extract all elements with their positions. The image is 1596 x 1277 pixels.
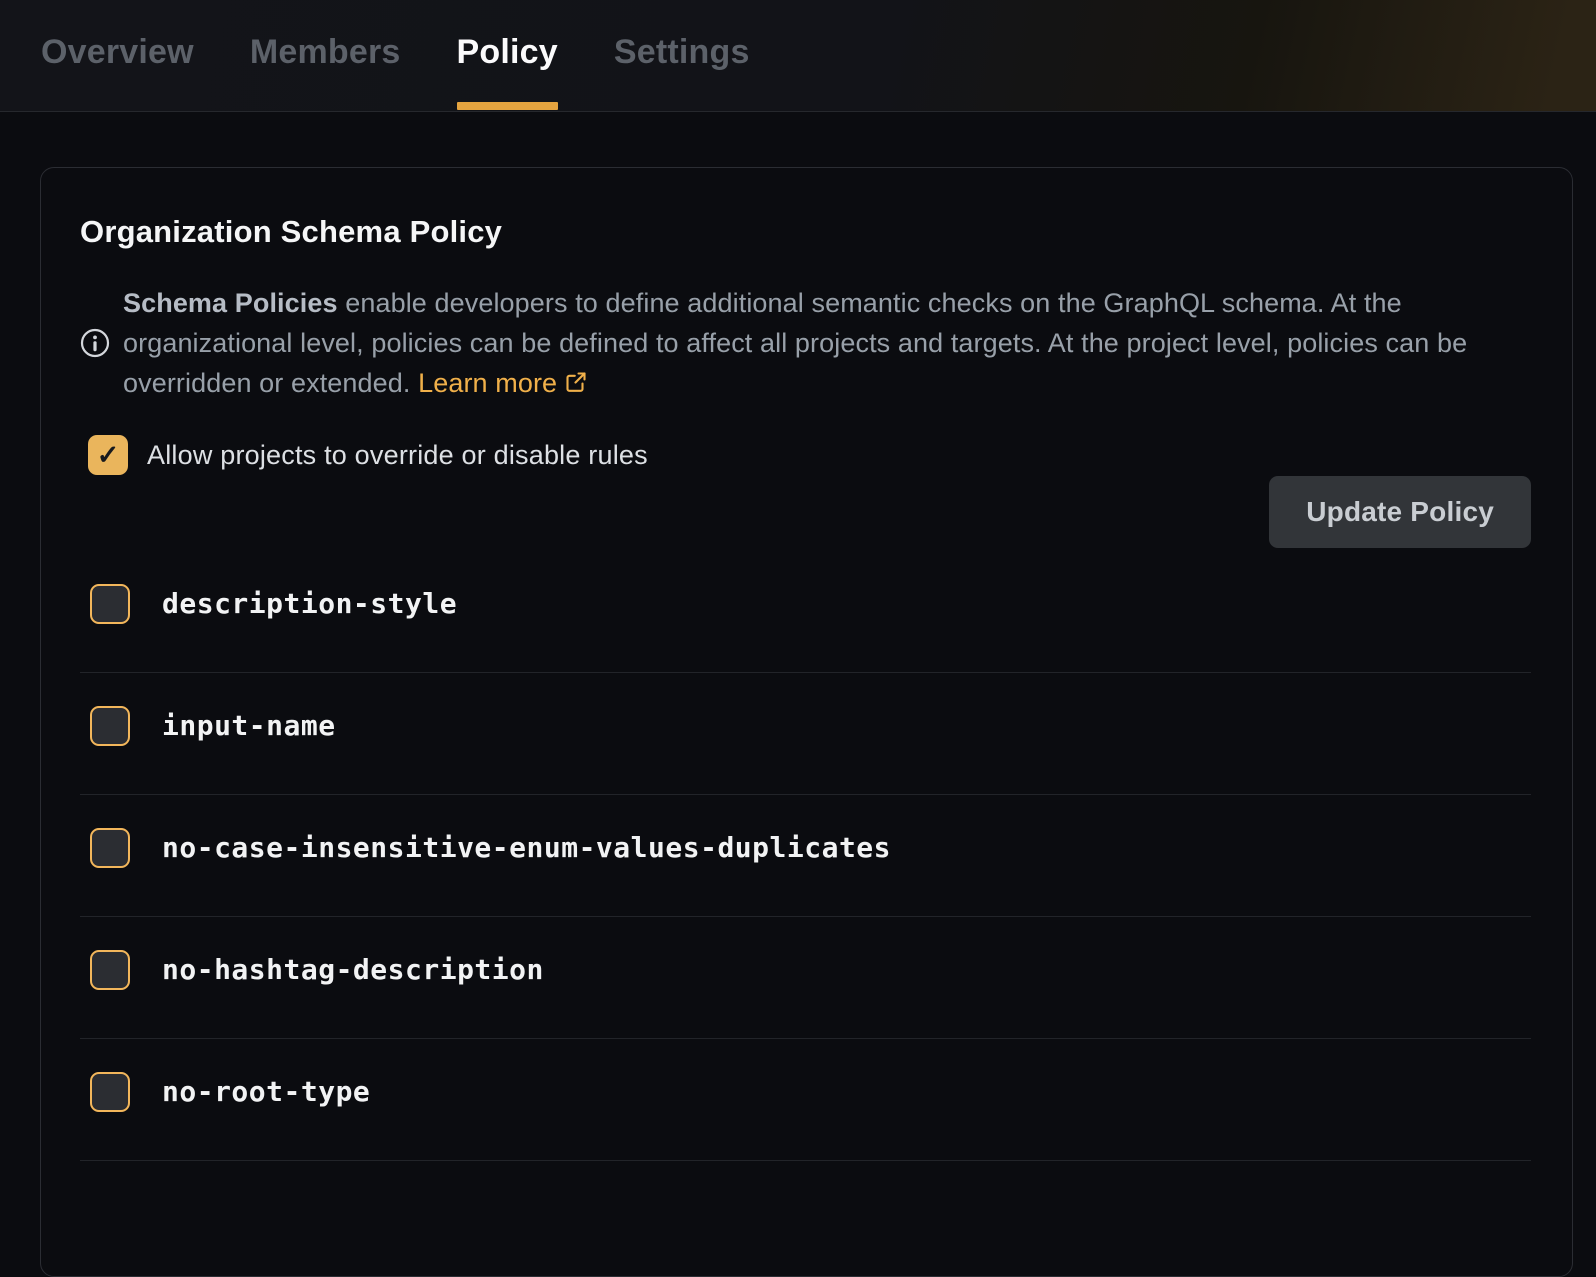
rule-name: no-root-type: [162, 1075, 370, 1108]
tab-label: Settings: [614, 33, 750, 72]
description-bold-text: Schema Policies: [123, 288, 338, 318]
tab-label: Members: [250, 33, 401, 72]
external-link-icon: [564, 370, 588, 394]
rule-row-description-style: description-style: [80, 551, 1531, 673]
tab-policy[interactable]: Policy: [457, 0, 558, 105]
rule-checkbox[interactable]: [90, 828, 130, 868]
policy-description: Schema Policies enable developers to def…: [123, 283, 1495, 403]
rule-checkbox[interactable]: [90, 584, 130, 624]
info-icon: [80, 328, 110, 358]
tab-label: Overview: [41, 33, 194, 72]
tab-bar: Overview Members Policy Settings: [0, 0, 1596, 112]
allow-override-row: ✓ Allow projects to override or disable …: [88, 435, 1531, 475]
rule-name: no-case-insensitive-enum-values-duplicat…: [162, 831, 891, 864]
learn-more-link[interactable]: Learn more: [418, 368, 588, 398]
allow-override-label: Allow projects to override or disable ru…: [147, 440, 648, 471]
button-row: Update Policy: [80, 476, 1531, 548]
page-title: Organization Schema Policy: [80, 215, 1531, 249]
learn-more-label: Learn more: [418, 368, 557, 398]
rule-checkbox[interactable]: [90, 950, 130, 990]
rule-checkbox[interactable]: [90, 706, 130, 746]
tab-overview[interactable]: Overview: [41, 0, 194, 105]
info-callout: Schema Policies enable developers to def…: [80, 283, 1531, 403]
rule-name: description-style: [162, 587, 457, 620]
tab-label: Policy: [457, 33, 558, 72]
rule-row-no-case-insensitive-enum-values-duplicates: no-case-insensitive-enum-values-duplicat…: [80, 795, 1531, 917]
tab-members[interactable]: Members: [250, 0, 401, 105]
active-tab-indicator: [457, 102, 558, 110]
schema-policy-card: Organization Schema Policy Schema Polici…: [40, 167, 1573, 1277]
rules-list: description-style input-name no-case-ins…: [80, 551, 1531, 1161]
rule-name: no-hashtag-description: [162, 953, 544, 986]
allow-override-checkbox[interactable]: ✓: [88, 435, 128, 475]
update-policy-button[interactable]: Update Policy: [1269, 476, 1531, 548]
check-icon: ✓: [97, 442, 120, 469]
rule-checkbox[interactable]: [90, 1072, 130, 1112]
rule-row-input-name: input-name: [80, 673, 1531, 795]
tab-settings[interactable]: Settings: [614, 0, 750, 105]
rule-row-no-root-type: no-root-type: [80, 1039, 1531, 1161]
rule-row-no-hashtag-description: no-hashtag-description: [80, 917, 1531, 1039]
rule-name: input-name: [162, 709, 336, 742]
